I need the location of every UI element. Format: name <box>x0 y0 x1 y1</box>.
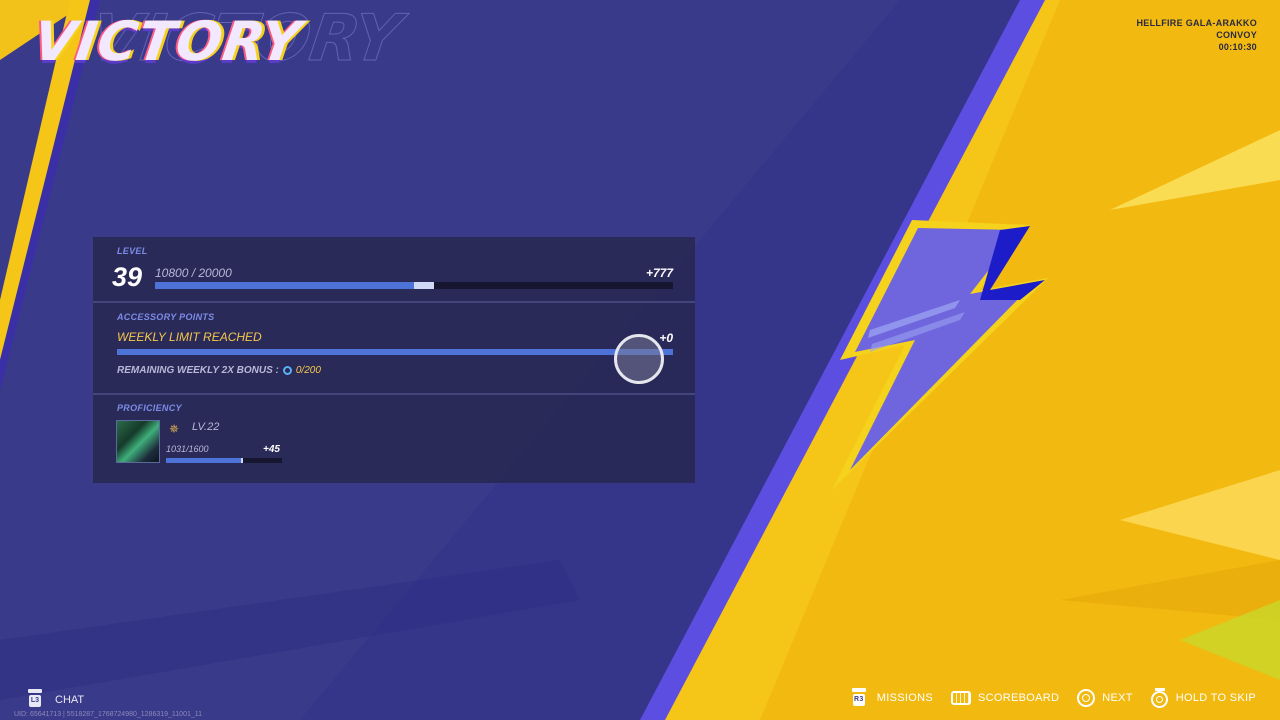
rank-icon: ✵ <box>169 422 180 436</box>
accessory-token-icon <box>282 366 292 375</box>
next-button[interactable]: NEXT <box>1077 689 1133 707</box>
chat-label: CHAT <box>55 694 85 706</box>
accessory-points-label: ACCESSORY POINTS <box>117 312 215 322</box>
game-mode: CONVOY <box>1216 30 1257 40</box>
weekly-bonus-row: REMAINING WEEKLY 2X BONUS : 0/200 <box>117 365 321 376</box>
proficiency-xp-text: 1031/1600 <box>166 444 209 454</box>
accessory-progress-fill <box>117 349 673 355</box>
proficiency-progress-bar <box>166 458 282 463</box>
circle-button-icon <box>1077 689 1096 707</box>
divider <box>93 393 695 395</box>
weekly-limit-status: WEEKLY LIMIT REACHED <box>117 330 262 344</box>
proficiency-level: LV.22 <box>192 421 220 433</box>
accessory-points-gain: +0 <box>659 331 673 345</box>
chat-button[interactable]: L3 CHAT <box>24 689 84 711</box>
map-name: HELLFIRE GALA-ARAKKO <box>1136 18 1257 28</box>
missions-label: MISSIONS <box>876 692 933 704</box>
level-progress-gain <box>414 282 435 289</box>
missions-button[interactable]: R3 MISSIONS <box>848 688 933 708</box>
level-number: 39 <box>112 262 143 292</box>
divider <box>93 301 695 303</box>
scoreboard-button[interactable]: SCOREBOARD <box>950 691 1060 705</box>
weekly-bonus-label: REMAINING WEEKLY 2X BONUS : <box>117 365 279 376</box>
accessory-progress-bar <box>117 349 673 355</box>
proficiency-xp-gain: +45 <box>263 444 280 455</box>
keyboard-icon <box>950 691 971 705</box>
hero-portrait <box>116 420 160 463</box>
victory-title: VICTORY <box>29 10 306 73</box>
proficiency-progress-fill <box>166 458 241 463</box>
uid-text: UID: 65641713 | 5518287_1768724980_12863… <box>14 711 203 718</box>
hold-to-skip-label: HOLD TO SKIP <box>1175 692 1256 704</box>
proficiency-progress-marker <box>240 458 243 463</box>
match-info: HELLFIRE GALA-ARAKKO CONVOY 00:10:30 <box>1137 17 1258 53</box>
match-time: 00:10:30 <box>1218 42 1257 52</box>
l3-button-icon: L3 <box>24 689 46 711</box>
r3-button-icon: R3 <box>848 688 870 708</box>
scoreboard-label: SCOREBOARD <box>977 692 1060 704</box>
proficiency-label: PROFICIENCY <box>117 403 182 413</box>
level-xp-gain: +777 <box>645 266 673 280</box>
footer-controls: R3 MISSIONS SCOREBOARD NEXT HOLD TO SKIP <box>848 688 1256 708</box>
level-label: LEVEL <box>117 246 148 256</box>
next-label: NEXT <box>1102 692 1133 704</box>
level-progress-bar <box>155 282 673 289</box>
hold-circle-icon <box>1150 688 1169 708</box>
hold-to-skip-button[interactable]: HOLD TO SKIP <box>1150 688 1256 708</box>
weekly-bonus-value: 0/200 <box>295 365 321 376</box>
level-progress-fill <box>155 282 414 289</box>
progress-panel: LEVEL 39 10800 / 20000 +777 ACCESSORY PO… <box>93 237 695 483</box>
level-xp-text: 10800 / 20000 <box>155 266 232 280</box>
gamepad-cursor <box>614 334 664 384</box>
